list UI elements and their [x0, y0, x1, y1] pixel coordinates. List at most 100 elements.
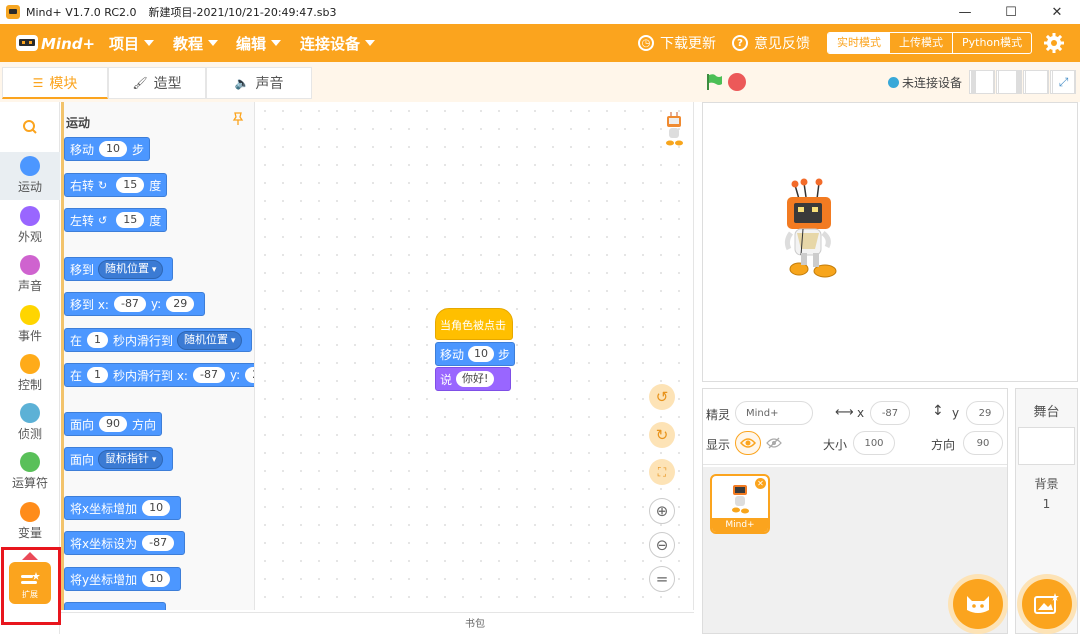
script-hat-when-clicked[interactable]: 当角色被点击 [435, 308, 513, 340]
stage[interactable] [702, 102, 1078, 382]
mode-python[interactable]: Python模式 [952, 33, 1031, 53]
zoom-out-button[interactable]: ⊖ [649, 532, 675, 558]
crop-icon: ⛶ [657, 464, 667, 479]
block-set-x[interactable]: 将x坐标设为 -87 [64, 531, 186, 555]
block-palette: 运动 移动10步 右转↻15度 左转↺15度 移到随机位置 移到 x:-87y:… [61, 102, 255, 610]
category-control[interactable]: 控制 [0, 350, 60, 398]
download-update-button[interactable]: ◷ 下载更新 [638, 24, 716, 62]
eye-off-icon [766, 437, 782, 449]
motion-dot-icon [20, 156, 40, 176]
hide-stage-icon [1025, 70, 1048, 94]
menu-bar: Mind+ 项目 教程 编辑 连接设备 ◷ 下载更新 ? 意见反馈 实时模式 上… [0, 24, 1080, 62]
block-change-y[interactable]: 将y坐标增加 10 [64, 567, 182, 591]
delete-sprite-icon[interactable]: ✕ [755, 478, 766, 489]
mode-realtime[interactable]: 实时模式 [828, 33, 890, 53]
category-variables[interactable]: 变量 [0, 498, 60, 546]
zoom-reset-button[interactable]: = [649, 566, 675, 592]
y-input[interactable]: 29 [966, 401, 1004, 425]
sprite-label: 精灵 [706, 408, 731, 422]
brush-icon: 🖌 [132, 76, 148, 90]
size-label: 大小 [823, 438, 848, 452]
zoom-in-button[interactable]: ⊕ [649, 498, 675, 524]
fullscreen-button[interactable]: ⤢ [1050, 70, 1076, 94]
mode-upload[interactable]: 上传模式 [890, 33, 952, 53]
search-button[interactable] [0, 112, 60, 142]
category-operators[interactable]: 运算符 [0, 448, 60, 496]
control-dot-icon [20, 354, 40, 374]
rotate-cw-icon: ↻ [98, 178, 108, 192]
y-arrows-icon: ↕ [932, 403, 944, 419]
undo-button[interactable]: ↺ [649, 384, 675, 410]
large-stage-icon [998, 70, 1021, 94]
category-looks[interactable]: 外观 [0, 202, 60, 250]
mindplus-sprite[interactable] [781, 177, 843, 281]
show-hidden-button[interactable] [761, 431, 787, 455]
redo-button[interactable]: ↻ [649, 422, 675, 448]
block-glide[interactable]: 在 1 秒内滑行到 随机位置 [64, 328, 253, 352]
backdrop-label: 背景 [1034, 477, 1059, 491]
add-backdrop-button[interactable] [1022, 579, 1072, 629]
large-stage-button[interactable] [996, 70, 1022, 94]
tab-blocks[interactable]: ☰ 模块 [2, 67, 108, 99]
block-glide-xy[interactable]: 在1秒内滑行到 x:-87y:29 [64, 363, 254, 387]
menu-connect-device[interactable]: 连接设备 [300, 24, 376, 62]
tab-costumes[interactable]: 🖌 造型 [108, 67, 206, 99]
hide-stage-button[interactable] [1023, 70, 1049, 94]
close-button[interactable]: ✕ [1034, 0, 1080, 24]
block-move-steps[interactable]: 移动 10 步 [64, 137, 151, 161]
script-move-block[interactable]: 移动 10 步 [435, 342, 516, 366]
small-stage-icon [971, 70, 994, 94]
small-stage-button[interactable] [969, 70, 995, 94]
pin-icon[interactable] [231, 112, 245, 126]
question-icon: ? [732, 35, 748, 51]
menu-edit[interactable]: 编辑 [236, 24, 282, 62]
title-bar: Mind+ V1.7.0 RC2.0 新建项目-2021/10/21-20:49… [0, 0, 1080, 24]
events-dot-icon [20, 305, 40, 325]
direction-input[interactable]: 90 [963, 431, 1003, 455]
tab-sounds[interactable]: 🔈 声音 [206, 67, 312, 99]
minimize-button[interactable]: — [942, 0, 988, 24]
search-icon [23, 120, 37, 134]
category-events[interactable]: 事件 [0, 301, 60, 349]
zoom-out-icon: ⊖ [655, 536, 669, 554]
menu-tutorial[interactable]: 教程 [173, 24, 219, 62]
menu-project[interactable]: 项目 [109, 24, 155, 62]
clock-icon: ◷ [638, 35, 654, 51]
backdrop-count: 1 [1042, 497, 1051, 511]
rotate-ccw-icon: ↺ [98, 213, 108, 227]
script-say-block[interactable]: 说你好! [435, 367, 511, 391]
backpack-bar[interactable]: 书包 [256, 612, 694, 634]
block-goto[interactable]: 移到 随机位置 [64, 257, 174, 281]
direction-label: 方向 [931, 438, 956, 452]
category-sensing[interactable]: 侦测 [0, 399, 60, 447]
stop-icon[interactable] [728, 73, 746, 91]
sprite-name-input[interactable]: Mind+ [735, 401, 813, 425]
window-title: Mind+ V1.7.0 RC2.0 [26, 5, 137, 19]
stage-thumbnail[interactable] [1018, 427, 1075, 465]
block-turn-left[interactable]: 左转 ↺ 15 度 [64, 208, 168, 232]
show-visible-button[interactable] [735, 431, 761, 455]
block-goto-xy[interactable]: 移到 x: -87 y: 29 [64, 292, 206, 316]
green-flag-icon[interactable] [705, 73, 723, 91]
feedback-button[interactable]: ? 意见反馈 [732, 24, 810, 62]
crop-button[interactable]: ⛶ [649, 459, 675, 485]
stage-title: 舞台 [1033, 405, 1060, 420]
block-point-towards[interactable]: 面向 鼠标指针 [64, 447, 174, 471]
palette-title: 运动 [66, 116, 91, 130]
app-icon [6, 5, 20, 19]
block-turn-right[interactable]: 右转 ↻ 15 度 [64, 173, 168, 197]
block-partial[interactable] [64, 602, 166, 610]
add-sprite-button[interactable] [953, 579, 1003, 629]
sprite-thumbnail[interactable]: ✕ Mind+ [710, 474, 770, 534]
size-input[interactable]: 100 [853, 431, 895, 455]
category-motion[interactable]: 运动 [0, 152, 60, 200]
sound-dot-icon [20, 255, 40, 275]
block-change-x[interactable]: 将x坐标增加 10 [64, 496, 182, 520]
block-point-direction[interactable]: 面向 90 方向 [64, 412, 163, 436]
sprite-thumb-icon [732, 485, 749, 514]
maximize-button[interactable]: ☐ [988, 0, 1034, 24]
category-sound[interactable]: 声音 [0, 251, 60, 299]
gear-icon[interactable] [1044, 33, 1064, 53]
connection-status: 未连接设备 [888, 74, 962, 91]
x-input[interactable]: -87 [870, 401, 910, 425]
